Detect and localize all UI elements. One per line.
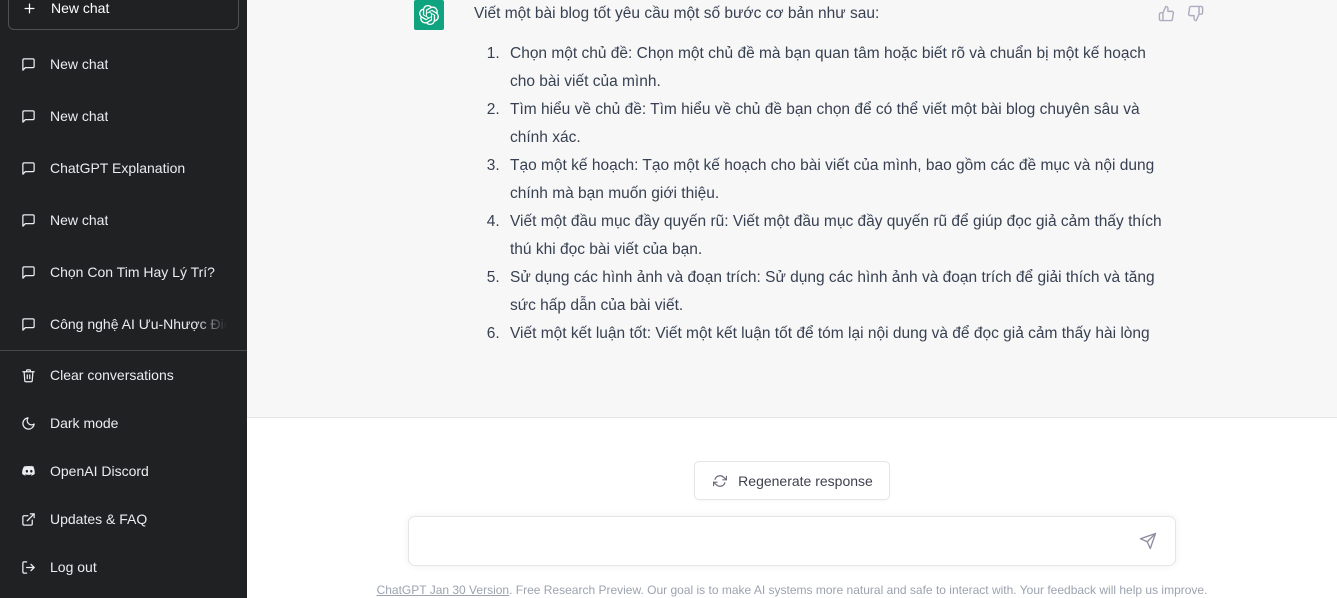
assistant-message-block: Viết một bài blog tốt yêu cầu một số bướ… bbox=[247, 0, 1337, 418]
sidebar-item-label: Dark mode bbox=[50, 415, 119, 431]
message-content: Viết một bài blog tốt yêu cầu một số bướ… bbox=[474, 0, 1167, 348]
thumbs-down-icon[interactable] bbox=[1186, 4, 1205, 23]
sidebar-menu: Clear conversations Dark mode OpenAI Dis… bbox=[8, 351, 239, 591]
list-item[interactable]: ChatGPT Explanation bbox=[8, 142, 239, 194]
regenerate-response-button[interactable]: Regenerate response bbox=[694, 461, 890, 500]
input-wrapper bbox=[247, 516, 1337, 566]
list-item: Chọn một chủ đề: Chọn một chủ đề mà bạn … bbox=[504, 40, 1167, 96]
prompt-input[interactable] bbox=[423, 517, 1135, 565]
main-panel: Viết một bài blog tốt yêu cầu một số bướ… bbox=[247, 0, 1337, 598]
send-paper-plane-icon[interactable] bbox=[1135, 528, 1161, 554]
sidebar-item-label: Log out bbox=[50, 559, 97, 575]
chat-bubble-icon bbox=[20, 108, 37, 125]
prompt-input-box[interactable] bbox=[408, 516, 1176, 566]
new-chat-button[interactable]: New chat bbox=[8, 0, 239, 30]
sidebar-item-log-out[interactable]: Log out bbox=[8, 543, 239, 591]
list-item: Sử dụng các hình ảnh và đoạn trích: Sử d… bbox=[504, 264, 1167, 320]
thumbs-up-icon[interactable] bbox=[1157, 4, 1176, 23]
conversation-label: Chọn Con Tim Hay Lý Trí? bbox=[50, 264, 215, 280]
list-item: Tìm hiểu về chủ đề: Tìm hiểu về chủ đề b… bbox=[504, 96, 1167, 152]
sidebar-item-dark-mode[interactable]: Dark mode bbox=[8, 399, 239, 447]
logout-icon bbox=[20, 559, 37, 576]
list-item[interactable]: New chat bbox=[8, 194, 239, 246]
version-link[interactable]: ChatGPT Jan 30 Version bbox=[377, 583, 510, 597]
list-item[interactable]: Công nghệ AI Ưu-Nhược Điểm bbox=[8, 298, 239, 350]
composer-area: Regenerate response ChatGPT Jan 30 Versi… bbox=[247, 418, 1337, 598]
steps-list: Chọn một chủ đề: Chọn một chủ đề mà bạn … bbox=[474, 40, 1167, 348]
footer-disclaimer: ChatGPT Jan 30 Version. Free Research Pr… bbox=[247, 582, 1337, 598]
plus-icon bbox=[21, 0, 38, 17]
chat-bubble-icon bbox=[20, 212, 37, 229]
feedback-buttons bbox=[1157, 4, 1205, 23]
regenerate-response-label: Regenerate response bbox=[738, 472, 873, 489]
sidebar: New chat New chat New chat ChatGPT Expla… bbox=[0, 0, 247, 598]
list-item[interactable]: New chat bbox=[8, 38, 239, 90]
chatgpt-logo-icon bbox=[419, 5, 439, 25]
moon-icon bbox=[20, 415, 37, 432]
refresh-icon bbox=[711, 472, 728, 489]
conversation-label: Công nghệ AI Ưu-Nhược Điểm bbox=[50, 316, 227, 332]
sidebar-item-openai-discord[interactable]: OpenAI Discord bbox=[8, 447, 239, 495]
conversation-label: ChatGPT Explanation bbox=[50, 160, 186, 176]
chatgpt-app: New chat New chat New chat ChatGPT Expla… bbox=[0, 0, 1337, 598]
new-chat-label: New chat bbox=[51, 0, 110, 16]
sidebar-item-updates-faq[interactable]: Updates & FAQ bbox=[8, 495, 239, 543]
trash-icon bbox=[20, 367, 37, 384]
list-item[interactable]: Chọn Con Tim Hay Lý Trí? bbox=[8, 246, 239, 298]
chat-bubble-icon bbox=[20, 56, 37, 73]
avatar bbox=[414, 0, 444, 30]
conversation-list: New chat New chat ChatGPT Explanation Ne… bbox=[8, 38, 239, 350]
footer-text: . Free Research Preview. Our goal is to … bbox=[509, 583, 1208, 597]
conversation-label: New chat bbox=[50, 212, 109, 228]
sidebar-item-label: Updates & FAQ bbox=[50, 511, 148, 527]
list-item: Viết một kết luận tốt: Viết một kết luận… bbox=[504, 320, 1167, 348]
message-intro: Viết một bài blog tốt yêu cầu một số bướ… bbox=[474, 5, 880, 22]
conversation-label: New chat bbox=[50, 56, 109, 72]
chat-bubble-icon bbox=[20, 160, 37, 177]
conversation-label: New chat bbox=[50, 108, 109, 124]
chat-bubble-icon bbox=[20, 316, 37, 333]
list-item: Viết một đầu mục đầy quyến rũ: Viết một … bbox=[504, 208, 1167, 264]
chat-bubble-icon bbox=[20, 264, 37, 281]
list-item: Tạo một kế hoạch: Tạo một kế hoạch cho b… bbox=[504, 152, 1167, 208]
regenerate-wrapper: Regenerate response bbox=[247, 461, 1337, 500]
external-link-icon bbox=[20, 511, 37, 528]
sidebar-item-label: Clear conversations bbox=[50, 367, 174, 383]
sidebar-item-clear-conversations[interactable]: Clear conversations bbox=[8, 351, 239, 399]
sidebar-item-label: OpenAI Discord bbox=[50, 463, 149, 479]
discord-icon bbox=[20, 463, 37, 480]
list-item[interactable]: New chat bbox=[8, 90, 239, 142]
